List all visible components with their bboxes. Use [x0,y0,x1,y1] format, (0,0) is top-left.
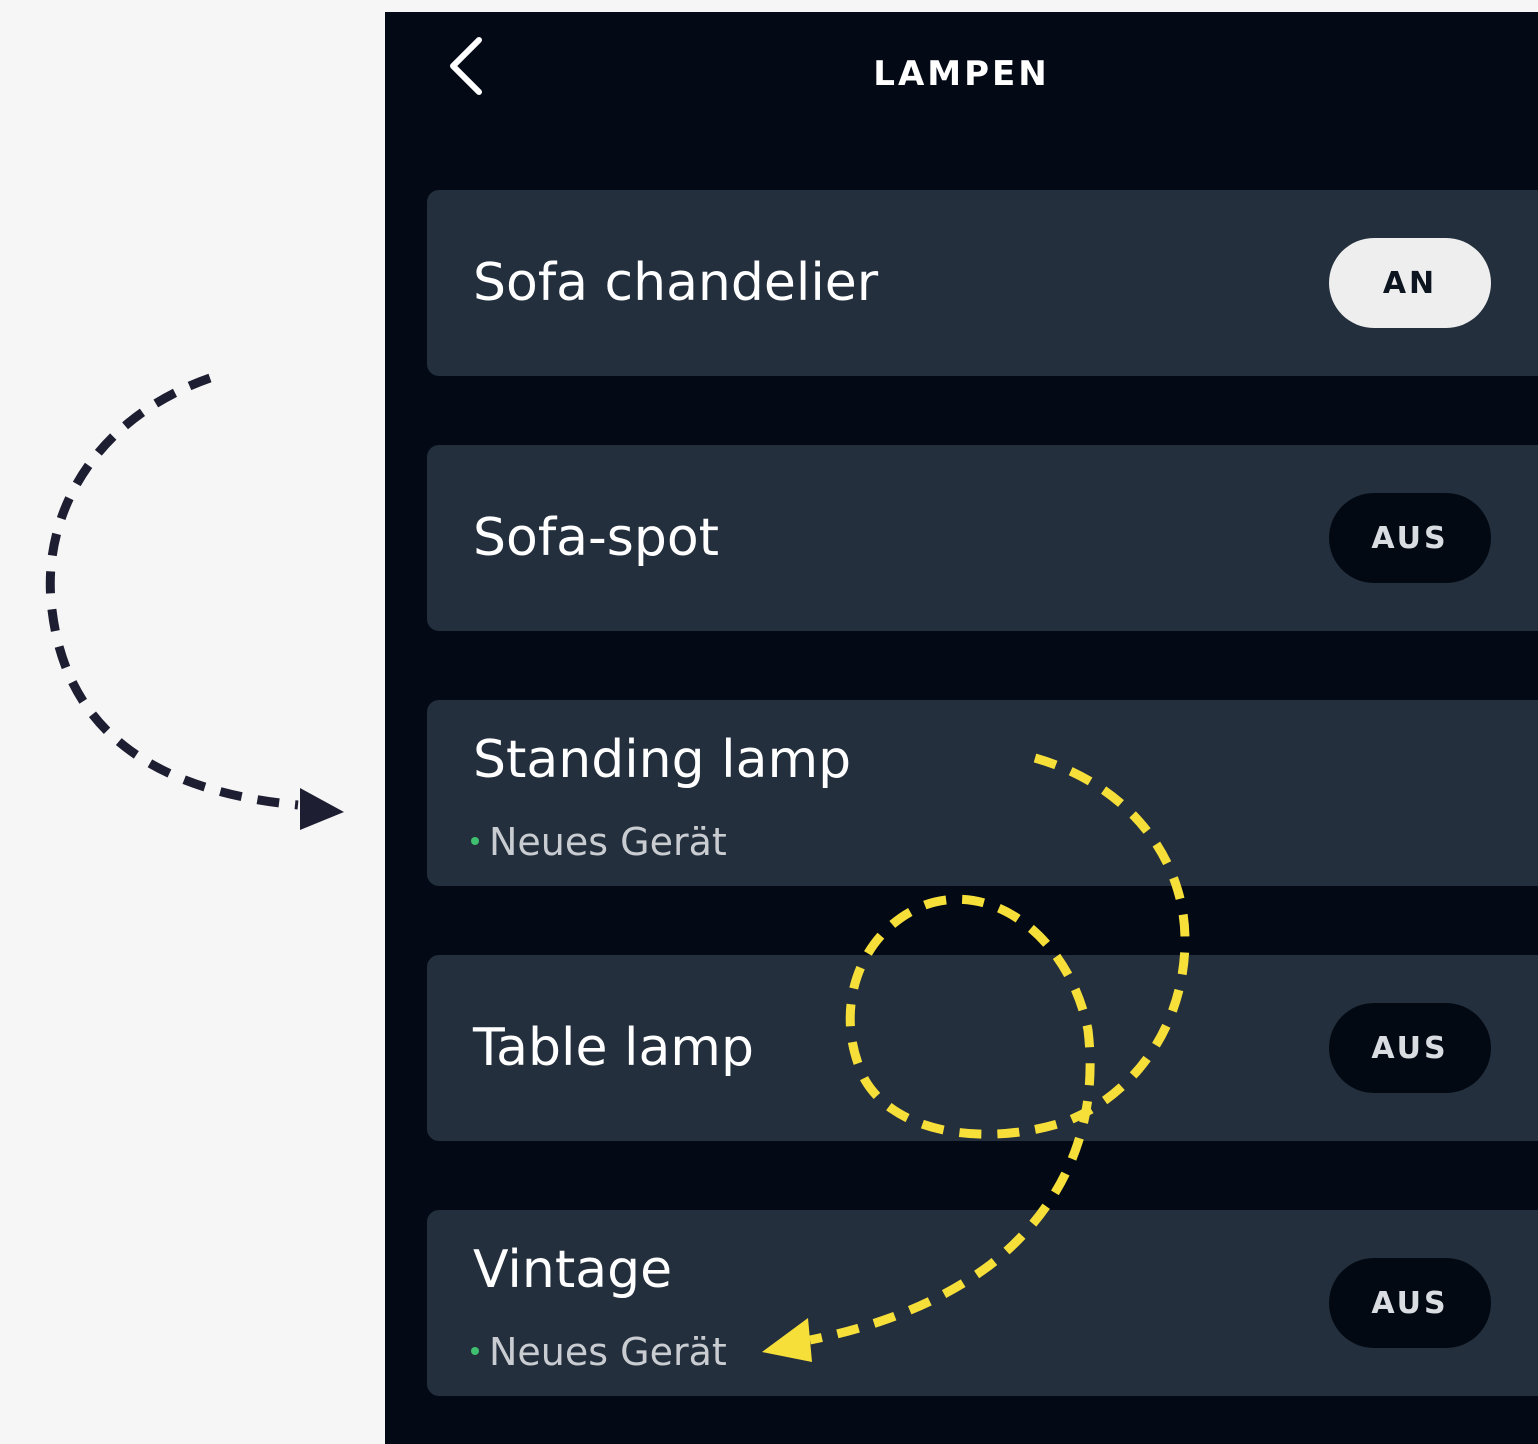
device-card-table-lamp[interactable]: Table lamp AUS [427,955,1538,1141]
status-dot-icon [471,1346,479,1355]
status-label: Neues Gerät [489,1330,727,1374]
dark-arrowhead-icon [300,788,344,830]
power-toggle-button[interactable]: AN [1329,238,1491,328]
status-label: Neues Gerät [489,820,727,864]
device-card-sofa-spot[interactable]: Sofa-spot AUS [427,445,1538,631]
power-toggle-button[interactable]: AUS [1329,1258,1491,1348]
new-device-status: Neues Gerät [471,1330,727,1374]
device-name: Vintage [473,1240,673,1300]
power-toggle-button[interactable]: AUS [1329,1003,1491,1093]
page-title: LAMPEN [873,54,1050,94]
power-toggle-button[interactable]: AUS [1329,493,1491,583]
dark-curved-arrow [45,373,299,810]
app-screen: LAMPEN Sofa chandelier AN Sofa-spot AUS … [385,12,1538,1444]
new-device-status: Neues Gerät [471,820,727,864]
device-name: Sofa-spot [473,508,720,568]
device-card-vintage[interactable]: Vintage Neues Gerät AUS [427,1210,1538,1396]
device-name: Table lamp [473,1018,754,1078]
device-card-standing-lamp[interactable]: Standing lamp Neues Gerät [427,700,1538,886]
device-card-sofa-chandelier[interactable]: Sofa chandelier AN [427,190,1538,376]
device-name: Standing lamp [473,730,852,790]
device-name: Sofa chandelier [473,253,879,313]
status-dot-icon [471,836,479,845]
